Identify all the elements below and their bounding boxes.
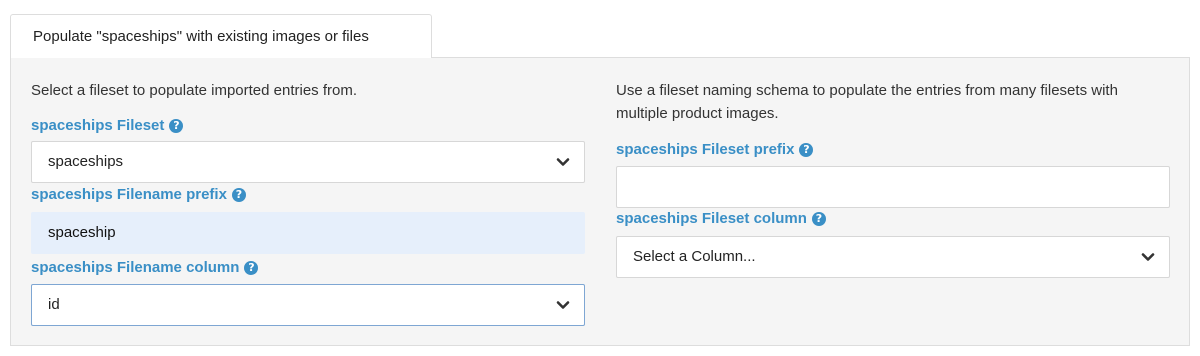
fileset-column-label: spaceships Fileset column xyxy=(616,210,807,227)
fileset-column-select[interactable]: Select a Column... xyxy=(616,236,1170,278)
chevron-down-icon xyxy=(556,158,570,166)
question-circle-icon[interactable]: ? xyxy=(811,211,826,226)
fileset-column-label-group: spaceships Fileset column ? xyxy=(616,210,826,227)
right-intro-text: Use a fileset naming schema to populate … xyxy=(616,82,1118,122)
fileset-select[interactable]: spaceships xyxy=(31,141,585,183)
fileset-prefix-input[interactable] xyxy=(616,166,1170,208)
filename-prefix-label: spaceships Filename prefix xyxy=(31,186,227,203)
fileset-label: spaceships Fileset xyxy=(31,117,165,134)
filename-column-select-value: id xyxy=(48,296,60,313)
fileset-select-value: spaceships xyxy=(48,153,124,170)
left-intro-text: Select a fileset to populate imported en… xyxy=(31,82,358,99)
filename-prefix-input-value: spaceship xyxy=(48,224,116,241)
filename-column-label: spaceships Filename column xyxy=(31,259,240,276)
chevron-down-icon xyxy=(556,301,570,309)
tab-populate-with-images[interactable]: Populate "spaceships" with existing imag… xyxy=(10,14,432,58)
chevron-down-icon xyxy=(1141,253,1155,261)
fileset-label-group: spaceships Fileset ? xyxy=(31,117,184,134)
question-circle-icon[interactable]: ? xyxy=(169,118,184,133)
filename-prefix-label-group: spaceships Filename prefix ? xyxy=(31,186,246,203)
filename-prefix-input[interactable]: spaceship xyxy=(31,212,585,254)
fileset-prefix-label-group: spaceships Fileset prefix ? xyxy=(616,141,814,158)
filename-column-select[interactable]: id xyxy=(31,284,585,326)
fileset-column-select-value: Select a Column... xyxy=(633,248,756,265)
question-circle-icon[interactable]: ? xyxy=(799,142,814,157)
filename-column-label-group: spaceships Filename column ? xyxy=(31,259,259,276)
question-circle-icon[interactable]: ? xyxy=(244,260,259,275)
question-circle-icon[interactable]: ? xyxy=(231,187,246,202)
fileset-prefix-label: spaceships Fileset prefix xyxy=(616,141,795,158)
